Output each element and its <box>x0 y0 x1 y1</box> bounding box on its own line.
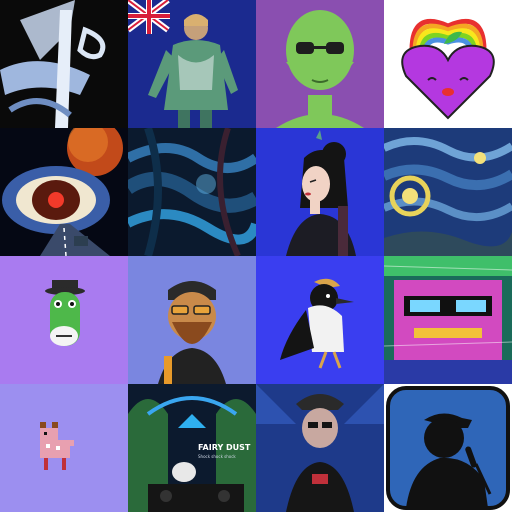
gallery-tile-10[interactable] <box>128 256 256 384</box>
abstract-swirl-icon <box>128 128 256 256</box>
gallery-tile-12[interactable] <box>384 256 512 384</box>
gallery-tile-8[interactable] <box>384 128 512 256</box>
nft-gallery-grid: FAIRY DUST Shock shock shock <box>0 0 512 512</box>
gallery-tile-4[interactable] <box>384 0 512 128</box>
fairy-dust-subtitle: Shock shock shock <box>198 454 236 459</box>
magpie-icon <box>256 256 384 384</box>
gallery-tile-1[interactable] <box>0 0 128 128</box>
pixel-deer-icon <box>0 384 128 512</box>
anime-girl-icon <box>256 128 384 256</box>
gallery-tile-14[interactable]: FAIRY DUST Shock shock shock <box>128 384 256 512</box>
abstract-figure-icon <box>0 0 128 128</box>
dj-scene-icon: FAIRY DUST Shock shock shock <box>128 384 256 512</box>
gallery-tile-6[interactable] <box>128 128 256 256</box>
gallery-tile-11[interactable] <box>256 256 384 384</box>
gallery-tile-13[interactable] <box>0 384 128 512</box>
glitch-face-icon <box>384 256 512 384</box>
superhero-icon <box>128 0 256 128</box>
fairy-dust-title: FAIRY DUST <box>198 443 251 452</box>
starry-night-icon <box>384 128 512 256</box>
gallery-tile-5[interactable] <box>0 128 128 256</box>
gallery-tile-16[interactable] <box>384 384 512 512</box>
singer-silhouette-icon <box>384 384 512 512</box>
heart-icon <box>384 0 512 128</box>
bearded-ape-icon <box>128 256 256 384</box>
gallery-tile-2[interactable] <box>128 0 256 128</box>
alien-icon <box>256 0 384 128</box>
gallery-tile-3[interactable] <box>256 0 384 128</box>
gallery-tile-7[interactable] <box>256 128 384 256</box>
pickle-icon <box>0 256 128 384</box>
gallery-tile-9[interactable] <box>0 256 128 384</box>
pigeon-avatar-icon <box>256 384 384 512</box>
cosmic-eye-icon <box>0 128 128 256</box>
gallery-tile-15[interactable] <box>256 384 384 512</box>
